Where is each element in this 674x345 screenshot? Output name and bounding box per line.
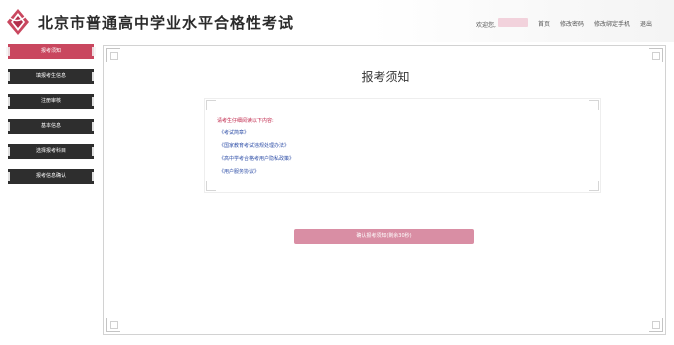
site-title: 北京市普通高中学业水平合格性考试: [38, 14, 295, 32]
corner-ornament: [649, 318, 663, 332]
corner-ornament: [649, 48, 663, 62]
confirm-notice-button[interactable]: 确认报考须知(剩余30秒): [294, 229, 474, 244]
service-agreement-link[interactable]: 《用户服务协议》: [219, 170, 294, 175]
corner-ornament: [206, 181, 216, 191]
notice-box: 请考生仔细阅读以下内容: 《考试简章》 《国家教育考试违规处理办法》 《高中学考…: [204, 98, 601, 193]
privacy-policy-link[interactable]: 《高中学考合格考用户隐私政策》: [219, 157, 294, 162]
top-nav: 欢迎您, 首页 修改密码 修改绑定手机 退出: [476, 18, 652, 29]
change-phone-link[interactable]: 修改绑定手机: [594, 19, 630, 28]
sidebar-item-fill-info[interactable]: 填报考生信息: [6, 69, 96, 84]
page-title: 报考须知: [361, 70, 410, 84]
corner-ornament: [589, 181, 599, 191]
corner-ornament: [106, 318, 120, 332]
welcome-text: 欢迎您,: [476, 18, 528, 29]
sidebar-item-confirm-info[interactable]: 报考信息确认: [6, 169, 96, 184]
user-name-redacted: [497, 18, 528, 27]
sidebar-item-registration-review[interactable]: 注册审核: [6, 94, 96, 109]
header: 北京市普通高中学业水平合格性考试 欢迎您, 首页 修改密码 修改绑定手机 退出: [0, 0, 674, 42]
violation-rules-link[interactable]: 《国家教育考试违规处理办法》: [219, 144, 294, 149]
change-password-link[interactable]: 修改密码: [560, 19, 584, 28]
sidebar-item-select-subjects[interactable]: 选择报考科目: [6, 144, 96, 159]
home-link[interactable]: 首页: [538, 19, 550, 28]
main-panel: 报考须知 请考生仔细阅读以下内容: 《考试简章》 《国家教育考试违规处理办法》 …: [103, 45, 666, 335]
page: 北京市普通高中学业水平合格性考试 欢迎您, 首页 修改密码 修改绑定手机 退出 …: [0, 0, 674, 345]
corner-ornament: [106, 48, 120, 62]
exam-brochure-link[interactable]: 《考试简章》: [219, 131, 294, 136]
notice-heading: 请考生仔细阅读以下内容:: [217, 118, 274, 124]
sidebar: 报考须知 填报考生信息 注册审核 基本信息 选择报考科目 报考信息确认: [6, 44, 96, 194]
logout-link[interactable]: 退出: [640, 19, 652, 28]
notice-link-list: 《考试简章》 《国家教育考试违规处理办法》 《高中学考合格考用户隐私政策》 《用…: [219, 131, 294, 183]
sidebar-item-exam-notice[interactable]: 报考须知: [6, 44, 96, 59]
corner-ornament: [206, 100, 216, 110]
corner-ornament: [589, 100, 599, 110]
logo-icon: [7, 9, 29, 35]
sidebar-item-basic-info[interactable]: 基本信息: [6, 119, 96, 134]
